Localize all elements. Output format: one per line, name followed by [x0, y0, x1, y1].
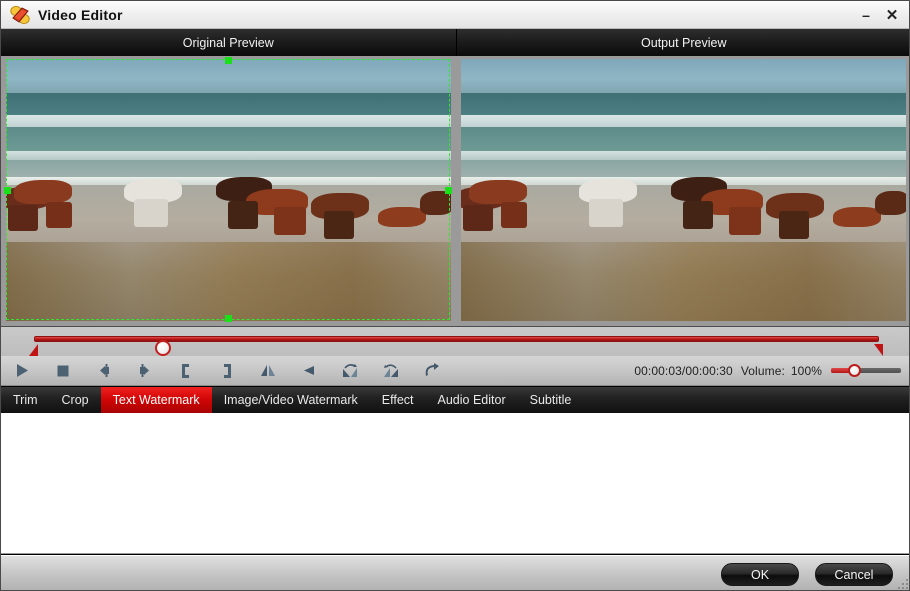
horse: [324, 211, 354, 239]
volume-value: 100%: [790, 363, 822, 378]
horse: [274, 207, 306, 235]
tab-image-video-watermark[interactable]: Image/Video Watermark: [212, 387, 370, 413]
close-button[interactable]: ✕: [879, 1, 905, 29]
horse-white-legs: [589, 199, 623, 227]
trim-start-marker[interactable]: [29, 344, 38, 356]
set-end-point-button[interactable]: [206, 356, 247, 386]
horse: [228, 201, 258, 229]
sky-band: [6, 59, 451, 94]
horse: [833, 207, 881, 227]
flip-vertical-button[interactable]: [247, 356, 288, 386]
near-sea-band: [6, 159, 451, 179]
video-editor-icon: [9, 5, 31, 25]
volume-slider-handle[interactable]: [848, 364, 861, 377]
transport-bar: 00:00:03/00:00:30 Volume: 100%: [1, 356, 909, 386]
video-editor-window: Video Editor – ✕ Original Preview Output…: [0, 0, 910, 591]
preview-headers: Original Preview Output Preview: [1, 29, 909, 56]
horse: [420, 191, 451, 215]
window-title: Video Editor: [38, 6, 123, 23]
horse: [469, 180, 527, 204]
tab-audio-editor[interactable]: Audio Editor: [426, 387, 518, 413]
rotate-right-button[interactable]: [370, 356, 411, 386]
tab-subtitle[interactable]: Subtitle: [518, 387, 584, 413]
rotate-left-button[interactable]: [329, 356, 370, 386]
horse: [378, 207, 426, 227]
volume-label: Volume:: [740, 363, 785, 378]
reset-button[interactable]: [411, 356, 452, 386]
window-controls: – ✕: [853, 1, 909, 29]
horse-white-legs: [134, 199, 168, 227]
text-watermark-panel: Enable Text: Text Strikeout Underline Tr…: [1, 413, 909, 554]
horse: [463, 205, 493, 231]
next-frame-button[interactable]: [124, 356, 165, 386]
reflection-band: [461, 242, 906, 321]
editor-tab-bar: Trim Crop Text Watermark Image/Video Wat…: [1, 387, 909, 413]
output-preview-label: Output Preview: [456, 29, 909, 56]
tab-trim[interactable]: Trim: [1, 387, 50, 413]
horse: [729, 207, 761, 235]
seek-slider-track[interactable]: [34, 336, 879, 356]
horse: [683, 201, 713, 229]
stop-button[interactable]: [42, 356, 83, 386]
horse: [46, 202, 72, 228]
minimize-button[interactable]: –: [853, 1, 879, 29]
seek-bar-row: [1, 326, 909, 356]
play-button[interactable]: [1, 356, 42, 386]
tab-crop[interactable]: Crop: [50, 387, 101, 413]
horse: [14, 180, 72, 204]
ok-button[interactable]: OK: [721, 563, 799, 586]
original-preview-pane[interactable]: [1, 56, 456, 326]
set-start-point-button[interactable]: [165, 356, 206, 386]
horse: [501, 202, 527, 228]
mid-sea-band: [6, 127, 451, 154]
near-sea-band: [461, 159, 906, 179]
original-preview-label: Original Preview: [1, 29, 457, 56]
preview-area: [1, 56, 909, 326]
cancel-button[interactable]: Cancel: [815, 563, 893, 586]
flip-horizontal-button[interactable]: [288, 356, 329, 386]
time-display: 00:00:03/00:00:30: [634, 363, 733, 378]
previous-frame-button[interactable]: [83, 356, 124, 386]
sky-band: [461, 59, 906, 94]
reflection-band: [6, 242, 451, 321]
original-video-frame: [6, 59, 451, 321]
tab-text-watermark[interactable]: Text Watermark: [100, 387, 212, 413]
volume-slider[interactable]: [831, 364, 901, 377]
horse: [875, 191, 906, 215]
output-preview-pane[interactable]: [456, 56, 909, 326]
resize-grip[interactable]: [898, 579, 908, 589]
horse: [779, 211, 809, 239]
seek-slider-handle[interactable]: [155, 340, 171, 356]
tab-effect[interactable]: Effect: [370, 387, 426, 413]
output-video-frame: [461, 59, 906, 321]
title-bar: Video Editor – ✕: [1, 1, 909, 29]
time-and-volume: 00:00:03/00:00:30 Volume: 100%: [634, 363, 909, 378]
mid-sea-band: [461, 127, 906, 154]
trim-end-marker[interactable]: [874, 344, 883, 356]
horse: [8, 205, 38, 231]
dialog-footer: OK Cancel: [1, 555, 909, 590]
